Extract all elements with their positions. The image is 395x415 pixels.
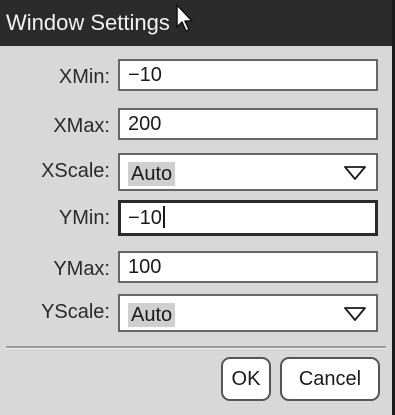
ymin-row: YMin: −10 (0, 200, 392, 238)
window-settings-dialog: Window Settings XMin: −10 XMax: 200 XSca… (0, 0, 395, 415)
xmin-row: XMin: −10 (0, 59, 392, 97)
xmax-label: XMax: (53, 115, 110, 137)
ymax-row: YMax: 100 (0, 251, 392, 289)
ok-button[interactable]: OK (221, 357, 271, 401)
ymin-input[interactable]: −10 (118, 200, 378, 236)
mouse-pointer-icon (176, 4, 193, 32)
ymin-label: YMin: (58, 207, 110, 229)
ymax-label: YMax: (53, 258, 110, 280)
xmin-input[interactable]: −10 (118, 59, 378, 91)
cancel-button[interactable]: Cancel (280, 357, 380, 401)
divider (6, 346, 386, 349)
chevron-down-icon[interactable] (344, 307, 366, 321)
title-bar: Window Settings (0, 0, 392, 46)
yscale-label: YScale: (41, 301, 110, 323)
xmax-row: XMax: 200 (0, 108, 392, 146)
chevron-down-icon[interactable] (344, 166, 366, 180)
xscale-label: XScale: (41, 160, 110, 182)
xscale-row: XScale: Auto (0, 153, 392, 191)
yscale-row: YScale: Auto (0, 294, 392, 332)
text-caret (162, 206, 165, 228)
ymax-input[interactable]: 100 (118, 251, 378, 283)
xmin-label: XMin: (58, 66, 110, 88)
yscale-select[interactable]: Auto (118, 294, 378, 332)
xmax-input[interactable]: 200 (118, 108, 378, 140)
xscale-select[interactable]: Auto (118, 153, 378, 191)
ymin-value: −10 (128, 207, 162, 229)
yscale-value: Auto (128, 303, 176, 327)
dialog-title: Window Settings (6, 10, 170, 35)
xscale-value: Auto (128, 162, 176, 186)
